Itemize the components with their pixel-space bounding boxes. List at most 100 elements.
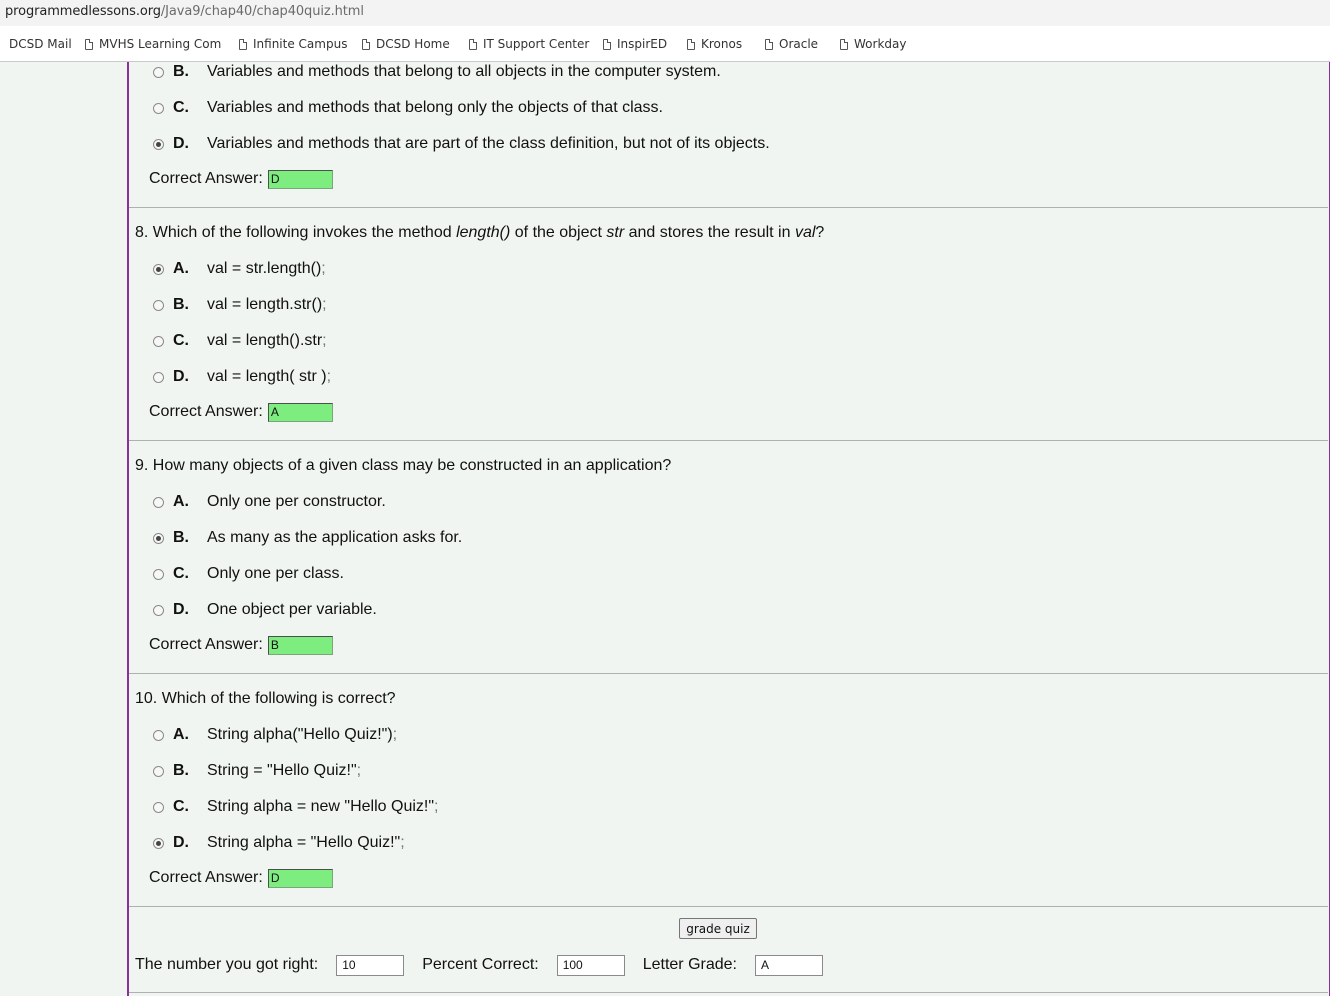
question-part: str: [606, 224, 625, 241]
percent-correct-field[interactable]: 100: [556, 954, 625, 976]
option-8a[interactable]: A. val = str.length() ;: [153, 259, 326, 279]
bookmark-label: Workday: [854, 37, 907, 51]
option-text: Variables and methods that belong only t…: [207, 99, 663, 116]
correct-answer-row: Correct Answer: D: [149, 867, 333, 889]
option-letter: D.: [173, 135, 189, 152]
url-path: /Java9/chap40/chap40quiz.html: [160, 4, 364, 19]
option-7c[interactable]: C. Variables and methods that belong only…: [153, 98, 663, 118]
bookmark-dcsd-mail[interactable]: DCSD Mail: [9, 35, 72, 53]
radio-button[interactable]: [153, 299, 164, 311]
question-part: How many objects of a given class may be…: [152, 457, 672, 474]
url-text[interactable]: programmedlessons.org/Java9/chap40/chap4…: [5, 4, 364, 19]
radio-button[interactable]: [153, 604, 164, 616]
bookmark-infinite-campus[interactable]: Infinite Campus: [239, 35, 347, 53]
option-text: val = length().str: [207, 332, 323, 349]
option-text: String alpha = new "Hello Quiz!": [207, 798, 435, 815]
option-punctuation: ;: [356, 762, 362, 779]
option-10b[interactable]: B. String = "Hello Quiz!" ;: [153, 761, 361, 781]
correct-answer-field[interactable]: A: [267, 402, 333, 422]
option-text: val = length( str ): [207, 368, 327, 385]
page-icon: [603, 38, 611, 50]
radio-button[interactable]: [153, 765, 164, 777]
bookmark-inspired[interactable]: InspirED: [603, 35, 667, 53]
radio-button[interactable]: [153, 66, 164, 78]
radio-button[interactable]: [153, 568, 164, 580]
question-text: 9. How many objects of a given class may…: [135, 457, 671, 475]
quiz-panel: B. Variables and methods that belong to a…: [127, 62, 1330, 996]
radio-button[interactable]: [153, 371, 164, 383]
correct-answer-label: Correct Answer:: [149, 636, 263, 653]
option-9b[interactable]: B. As many as the application asks for.: [153, 528, 462, 548]
bookmark-label: InspirED: [617, 37, 668, 51]
option-letter: A.: [173, 726, 189, 743]
bookmark-it-support[interactable]: IT Support Center: [469, 35, 589, 53]
option-10d[interactable]: D. String alpha = "Hello Quiz!" ;: [153, 833, 405, 853]
grade-quiz-button[interactable]: grade quiz: [679, 918, 757, 939]
letter-grade-field[interactable]: A: [754, 954, 823, 976]
option-letter: D.: [173, 601, 189, 618]
page-icon: [687, 38, 695, 50]
option-letter: B.: [173, 296, 189, 313]
option-punctuation: ;: [434, 798, 439, 815]
option-7b[interactable]: B. Variables and methods that belong to a…: [153, 62, 721, 82]
bookmark-mvhs-learning[interactable]: MVHS Learning Com: [85, 35, 221, 53]
option-8b[interactable]: B. val = length.str() ;: [153, 295, 327, 315]
bookmark-kronos[interactable]: Kronos: [687, 35, 742, 53]
bookmarks-bar: DCSD Mail MVHS Learning Com Infinite Cam…: [0, 26, 1330, 62]
question-8: 8. Which of the following invokes the me…: [129, 207, 1328, 441]
correct-answer-label: Correct Answer:: [149, 170, 263, 187]
option-8d[interactable]: D. val = length( str ) ;: [153, 367, 331, 387]
option-9c[interactable]: C. Only one per class.: [153, 564, 344, 584]
option-letter: C.: [173, 565, 189, 582]
bookmark-label: Oracle: [779, 37, 819, 51]
option-text: String alpha("Hello Quiz!"): [207, 726, 393, 743]
option-text: One object per variable.: [207, 601, 377, 618]
radio-button[interactable]: [153, 496, 164, 508]
bookmark-label: IT Support Center: [483, 37, 590, 51]
option-9a[interactable]: A. Only one per constructor.: [153, 492, 386, 512]
number-right-field[interactable]: 10: [336, 954, 405, 976]
radio-button-selected[interactable]: [153, 532, 164, 544]
option-text: String = "Hello Quiz!": [207, 762, 357, 779]
correct-answer-field[interactable]: D: [267, 169, 333, 189]
page-icon: [239, 38, 247, 50]
option-letter: B.: [173, 762, 189, 779]
address-bar[interactable]: programmedlessons.org/Java9/chap40/chap4…: [0, 0, 1330, 26]
option-7d[interactable]: D. Variables and methods that are part of…: [153, 134, 770, 154]
correct-answer-field[interactable]: D: [267, 868, 333, 888]
radio-button-selected[interactable]: [153, 837, 164, 849]
bookmark-dcsd-home[interactable]: DCSD Home: [362, 35, 450, 53]
option-letter: A.: [173, 260, 189, 277]
option-punctuation: ;: [326, 368, 332, 385]
option-10a[interactable]: A. String alpha("Hello Quiz!") ;: [153, 725, 397, 745]
question-part: length(): [456, 224, 511, 241]
radio-button-selected[interactable]: [153, 263, 164, 275]
question-text: 8. Which of the following invokes the me…: [135, 224, 824, 242]
page-viewport: B. Variables and methods that belong to a…: [0, 62, 1330, 996]
question-part: Which of the following is correct?: [161, 690, 396, 707]
radio-button[interactable]: [153, 335, 164, 347]
option-punctuation: ;: [321, 260, 326, 277]
url-domain: programmedlessons.org: [5, 4, 161, 19]
question-part: and stores the result in: [624, 224, 795, 241]
question-text: 10. Which of the following is correct?: [135, 690, 396, 708]
option-letter: C.: [173, 332, 189, 349]
option-text: val = length.str(): [207, 296, 323, 313]
radio-button[interactable]: [153, 102, 164, 114]
correct-answer-field[interactable]: B: [267, 635, 333, 655]
bookmark-oracle[interactable]: Oracle: [765, 35, 818, 53]
bookmark-label: DCSD Mail: [9, 37, 72, 51]
page-icon: [85, 38, 93, 50]
option-10c[interactable]: C. String alpha = new "Hello Quiz!" ;: [153, 797, 438, 817]
number-right-label: The number you got right:: [135, 956, 319, 973]
score-row: The number you got right: 10 Percent Cor…: [135, 954, 841, 976]
option-8c[interactable]: C. val = length().str ;: [153, 331, 327, 351]
radio-button[interactable]: [153, 729, 164, 741]
option-letter: B.: [173, 63, 189, 80]
page-icon: [469, 38, 477, 50]
bookmark-workday[interactable]: Workday: [840, 35, 906, 53]
radio-button[interactable]: [153, 801, 164, 813]
option-punctuation: ;: [322, 332, 327, 349]
radio-button-selected[interactable]: [153, 138, 164, 150]
option-9d[interactable]: D. One object per variable.: [153, 600, 377, 620]
